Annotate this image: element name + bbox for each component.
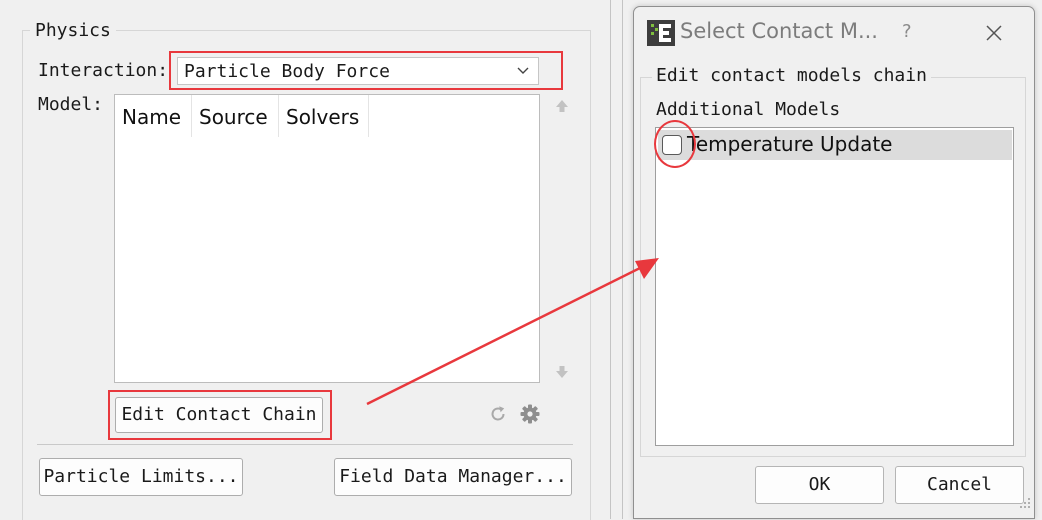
checkbox-annotation-circle (654, 120, 696, 168)
list-item-label: Temperature Update (687, 132, 893, 156)
ok-button[interactable]: OK (755, 466, 884, 504)
model-label: Model: (38, 94, 104, 115)
model-table[interactable]: Name Source Solvers (114, 94, 540, 383)
dialog-title: Select Contact M... (680, 19, 878, 43)
splitter-line (622, 0, 623, 519)
field-data-manager-button[interactable]: Field Data Manager... (334, 458, 572, 496)
panel-separator (37, 444, 573, 445)
select-contact-models-dialog: Select Contact M... ? Edit contact model… (633, 6, 1035, 519)
edem-app-icon (647, 20, 675, 46)
refresh-icon[interactable] (488, 404, 508, 424)
list-item[interactable]: Temperature Update (658, 130, 1012, 160)
close-icon[interactable] (982, 21, 1006, 45)
resize-grip-icon[interactable] (1020, 492, 1032, 512)
column-header-source[interactable]: Source (192, 95, 279, 137)
additional-models-list[interactable]: Temperature Update (655, 127, 1014, 446)
arrow-down-icon[interactable] (552, 362, 572, 382)
edit-chain-annotation-box (108, 390, 332, 440)
interaction-annotation-box (169, 51, 563, 90)
splitter-line (610, 0, 611, 519)
interaction-label: Interaction: (38, 60, 169, 81)
physics-panel: Physics Interaction: Particle Body Force… (0, 0, 610, 520)
arrow-up-icon[interactable] (552, 96, 572, 116)
dialog-titlebar[interactable]: Select Contact M... ? (634, 7, 1034, 57)
particle-limits-button[interactable]: Particle Limits... (39, 458, 243, 496)
additional-models-label: Additional Models (656, 99, 841, 120)
column-header-solvers[interactable]: Solvers (279, 95, 369, 137)
help-button[interactable]: ? (902, 21, 912, 42)
column-header-name[interactable]: Name (115, 95, 192, 137)
physics-group-title: Physics (30, 20, 116, 41)
gear-icon[interactable] (519, 403, 541, 425)
contact-chain-group-title: Edit contact models chain (652, 65, 931, 86)
cancel-button[interactable]: Cancel (895, 466, 1024, 504)
